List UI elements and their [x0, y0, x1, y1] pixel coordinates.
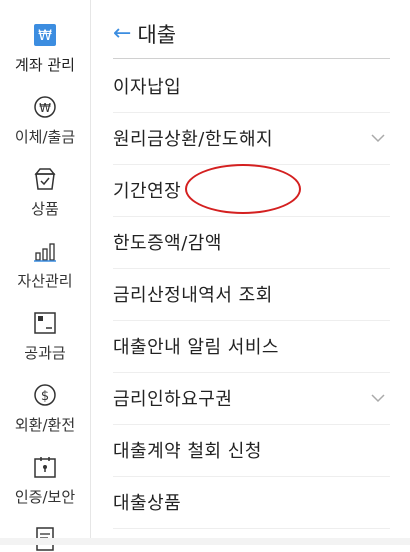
- won-circle-icon: ₩: [34, 96, 56, 118]
- back-arrow-icon[interactable]: ←: [113, 23, 131, 45]
- sidebar-item-label: 이체/출금: [14, 128, 76, 146]
- sidebar-item-label: 공과금: [24, 344, 66, 362]
- menu-item-label: 원리금상환/한도해지: [113, 129, 274, 150]
- menu-item-interest-payment[interactable]: 이자납입: [113, 60, 390, 113]
- menu-item-label: 금리인하요구권: [113, 389, 233, 410]
- svg-text:₩: ₩: [39, 101, 51, 115]
- menu-item-label: 금리산정내역서 조회: [113, 285, 273, 306]
- shopping-bag-icon: [34, 168, 56, 190]
- sidebar-item-label: 계좌 관리: [15, 56, 75, 74]
- sidebar-item-transfer[interactable]: ₩ 이체/출금: [0, 94, 90, 147]
- sidebar-item-label: 외환/환전: [14, 416, 76, 434]
- chevron-down-icon: [371, 394, 385, 403]
- menu-item-rate-statement[interactable]: 금리산정내역서 조회: [113, 268, 390, 321]
- menu-item-label: 대출상품: [113, 493, 182, 514]
- dollar-circle-icon: $: [34, 384, 56, 406]
- menu-item-label: 대출안내 알림 서비스: [113, 337, 279, 358]
- bill-icon: [34, 312, 56, 334]
- sidebar-item-products[interactable]: 상품: [0, 166, 90, 219]
- menu-item-limit-change[interactable]: 한도증액/감액: [113, 216, 390, 269]
- sidebar-item-label: 인증/보안: [14, 488, 76, 506]
- sidebar-item-account[interactable]: ₩ 계좌 관리: [0, 22, 90, 75]
- loan-menu-panel: ← 대출 이자납입 원리금상환/한도해지 기간연장 한도증액/감액 금리산정내역…: [91, 0, 410, 545]
- lock-box-icon: [34, 457, 56, 478]
- bar-chart-icon: [34, 243, 56, 262]
- svg-text:$: $: [41, 389, 49, 404]
- menu-item-notification-service[interactable]: 대출안내 알림 서비스: [113, 320, 390, 373]
- sidebar-item-security[interactable]: 인증/보안: [0, 454, 90, 507]
- page-title: 대출: [137, 23, 177, 47]
- chevron-down-icon: [371, 134, 385, 143]
- bottom-edge: [0, 538, 410, 545]
- sidebar-item-label: 자산관리: [17, 272, 73, 290]
- header-divider: [113, 58, 390, 59]
- menu-item-label: 이자납입: [113, 77, 182, 98]
- menu-item-loan-products[interactable]: 대출상품: [113, 476, 390, 529]
- sidebar-item-label: 상품: [31, 200, 59, 218]
- menu-item-term-extension[interactable]: 기간연장: [113, 164, 390, 217]
- menu-item-rate-reduction-right[interactable]: 금리인하요구권: [113, 372, 390, 425]
- menu-item-principal-repayment[interactable]: 원리금상환/한도해지: [113, 112, 390, 165]
- menu-item-label: 대출계약 철회 신청: [113, 441, 262, 462]
- sidebar-item-assets[interactable]: 자산관리: [0, 238, 90, 291]
- menu-item-contract-withdrawal[interactable]: 대출계약 철회 신청: [113, 424, 390, 477]
- svg-text:₩: ₩: [38, 28, 52, 44]
- page-header: ← 대출: [113, 14, 176, 54]
- menu-item-label: 기간연장: [113, 181, 182, 202]
- sidebar-item-foreign-exchange[interactable]: $ 외환/환전: [0, 382, 90, 435]
- sidebar-item-utility-bills[interactable]: 공과금: [0, 310, 90, 363]
- sidebar: ₩ 계좌 관리 ₩ 이체/출금 상품 자산관리 공과금 $ 외환/환전 인증/보…: [0, 0, 91, 551]
- menu-item-label: 한도증액/감액: [113, 233, 222, 254]
- won-card-icon: ₩: [34, 24, 56, 46]
